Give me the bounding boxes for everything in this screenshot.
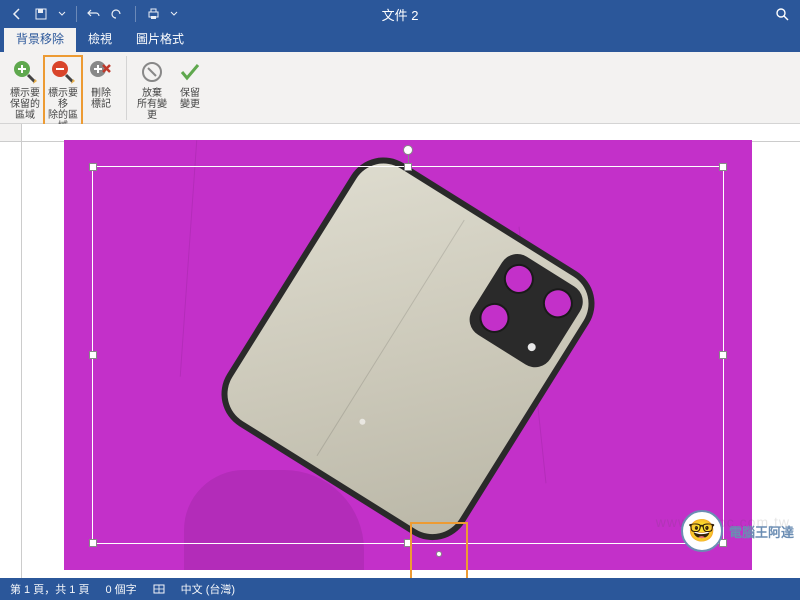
minus-circle-icon	[49, 58, 77, 86]
status-bar: 第 1 頁，共 1 頁 0 個字 中文 (台灣)	[0, 578, 800, 600]
save-icon[interactable]	[34, 7, 48, 21]
redo-icon[interactable]	[111, 7, 125, 21]
quick-access-toolbar	[0, 0, 188, 28]
selected-image[interactable]	[64, 140, 752, 570]
rotate-handle[interactable]	[403, 145, 413, 155]
language-icon[interactable]	[153, 583, 165, 595]
separator	[135, 6, 136, 22]
status-language[interactable]: 中文 (台灣)	[181, 581, 235, 597]
qat-menu-icon[interactable]	[58, 7, 66, 21]
ribbon-group-refine: 標示要 保留的區域 標示要移 除的區域 刪除 標記	[6, 56, 127, 120]
label: 保留的區域	[8, 99, 42, 121]
ribbon-group-close: 放棄 所有變更 保留 變更	[133, 56, 215, 120]
document-canvas[interactable]: 點選標示要移除的區域 www.kocpc.com.tw 🤓 電腦王阿達	[0, 124, 800, 578]
ruler-corner	[0, 124, 22, 142]
ribbon-tabs: 背景移除 檢視 圖片格式	[0, 28, 800, 52]
page[interactable]: 點選標示要移除的區域 www.kocpc.com.tw 🤓 電腦王阿達	[22, 142, 800, 578]
label: 變更	[180, 99, 200, 110]
print-icon[interactable]	[146, 7, 160, 21]
qat-menu-icon[interactable]	[170, 7, 178, 21]
tab-picture-format[interactable]: 圖片格式	[124, 26, 196, 52]
resize-handle[interactable]	[404, 163, 412, 171]
search-icon[interactable]	[774, 6, 790, 22]
label: 標記	[91, 99, 111, 110]
status-word-count[interactable]: 0 個字	[105, 581, 136, 597]
plus-circle-icon	[11, 58, 39, 86]
mark-remove-button[interactable]: 標示要移 除的區域	[44, 56, 82, 132]
discard-changes-button[interactable]: 放棄 所有變更	[133, 56, 171, 121]
label: 所有變更	[135, 99, 169, 121]
checkmark-icon	[176, 58, 204, 86]
resize-handle[interactable]	[719, 163, 727, 171]
keep-changes-button[interactable]: 保留 變更	[171, 56, 209, 110]
resize-handle[interactable]	[89, 163, 97, 171]
tab-background-removal[interactable]: 背景移除	[4, 26, 76, 52]
label: 保留	[180, 88, 200, 99]
delete-mark-icon	[87, 58, 115, 86]
back-icon[interactable]	[10, 7, 24, 21]
label: 放棄	[142, 88, 162, 99]
undo-icon[interactable]	[87, 7, 101, 21]
mark-keep-button[interactable]: 標示要 保留的區域	[6, 56, 44, 121]
watermark-avatar-icon: 🤓	[681, 510, 723, 552]
watermark-text: 電腦王阿達	[729, 522, 794, 541]
resize-handle[interactable]	[719, 351, 727, 359]
separator	[76, 6, 77, 22]
document-title: 文件 2	[382, 5, 419, 24]
label: 標示要	[10, 88, 40, 99]
watermark: 🤓 電腦王阿達	[681, 510, 794, 552]
selection-marquee[interactable]	[92, 166, 724, 544]
resize-handle[interactable]	[404, 539, 412, 547]
delete-mark-button[interactable]: 刪除 標記	[82, 56, 120, 110]
status-page[interactable]: 第 1 頁，共 1 頁	[10, 581, 89, 597]
resize-handle[interactable]	[89, 351, 97, 359]
vertical-ruler[interactable]	[0, 142, 22, 578]
resize-handle[interactable]	[89, 539, 97, 547]
ribbon: 標示要 保留的區域 標示要移 除的區域 刪除 標記 放棄 所有變更	[0, 52, 800, 124]
discard-icon	[138, 58, 166, 86]
label: 刪除	[91, 88, 111, 99]
tab-view[interactable]: 檢視	[76, 26, 124, 52]
label: 標示要移	[46, 88, 80, 110]
title-bar: 文件 2	[0, 0, 800, 28]
